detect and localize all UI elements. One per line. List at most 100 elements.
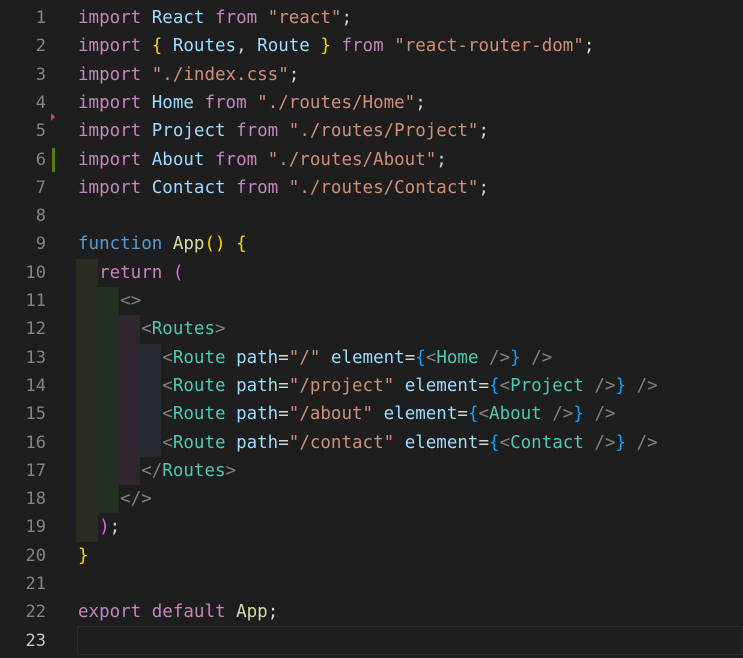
gutter-deleted-marker[interactable] (51, 113, 55, 122)
code-line[interactable]: 10 return ( (0, 259, 743, 287)
code-token: /> (489, 347, 511, 368)
code-token: Contact (510, 432, 584, 453)
code-token: /> (531, 347, 553, 368)
line-number: 12 (25, 319, 46, 340)
code-token: default (151, 602, 226, 623)
code-token: element (330, 347, 405, 368)
code-token: { (489, 375, 500, 396)
code-token: Home (151, 92, 194, 113)
gutter-modified-marker[interactable] (52, 147, 55, 172)
code-token: ; (288, 64, 300, 85)
code-line[interactable]: 20} (0, 542, 743, 570)
code-token: element (383, 404, 458, 425)
code-line[interactable]: 3 import "./index.css"; (0, 61, 743, 89)
code-token: Routes (172, 36, 237, 57)
code-line[interactable]: 5 import Project from "./routes/Project"; (0, 117, 743, 145)
code-token: < (162, 404, 173, 425)
code-line[interactable]: 14 <Route path="/project" element={<Proj… (0, 372, 743, 400)
code-token: ; (436, 149, 447, 170)
line-number: 22 (25, 602, 46, 623)
code-token: Route (172, 347, 226, 368)
line-code: import "./index.css"; (78, 61, 299, 89)
code-line[interactable]: 23 (0, 627, 743, 655)
code-line[interactable]: 16 <Route path="/contact" element={<Cont… (0, 429, 743, 457)
code-token: = (278, 347, 289, 368)
code-line[interactable]: 17 </Routes> (0, 457, 743, 485)
code-token: "/contact" (288, 432, 395, 453)
code-token: import (78, 177, 142, 198)
code-token: Route (257, 36, 310, 57)
code-token: } (615, 432, 627, 453)
line-code: <Route path="/about" element={<About />}… (78, 400, 615, 428)
code-token: < (141, 319, 152, 340)
code-token: { (415, 347, 426, 368)
code-line[interactable]: 9 function App() { (0, 230, 743, 258)
code-line[interactable]: 2 import { Routes, Route } from "react-ro… (0, 32, 743, 60)
code-token: import (78, 121, 142, 142)
code-editor[interactable]: 1 import React from "react"; 2 import { Rou… (0, 0, 743, 658)
line-number: 3 (35, 64, 46, 85)
code-token: </> (120, 489, 152, 510)
line-code: ); (78, 513, 120, 541)
line-number: 9 (35, 234, 46, 255)
code-token: <> (120, 291, 142, 311)
code-token: import (78, 8, 142, 28)
line-number: 11 (25, 291, 46, 311)
code-line[interactable]: 22 export default App; (0, 598, 743, 626)
code-line[interactable]: 13 <Route path="/" element={<Home />} /> (0, 344, 743, 372)
line-code: <> (78, 287, 141, 315)
line-code: import { Routes, Route } from "react-rou… (78, 32, 594, 60)
code-token: element (404, 375, 479, 396)
line-code: <Route path="/project" element={<Project… (78, 372, 657, 400)
code-token: ) (99, 517, 110, 538)
code-token: React (151, 8, 205, 28)
line-code: <Routes> (78, 315, 225, 343)
code-line[interactable]: 8 (0, 202, 743, 230)
code-line[interactable]: 21 (0, 570, 743, 598)
code-token: import (78, 36, 142, 57)
code-line[interactable]: 6 import About from "./routes/About"; (0, 146, 743, 174)
code-token: Routes (162, 460, 226, 481)
code-line[interactable]: 19 ); (0, 513, 743, 541)
line-number: 23 (25, 630, 46, 651)
line-code: <Route path="/contact" element={<Contact… (78, 429, 658, 457)
code-token: </ (141, 460, 163, 481)
code-token: /> (636, 432, 658, 453)
code-token: = (278, 432, 289, 453)
line-number: 17 (25, 460, 46, 481)
code-line[interactable]: 11 <> (0, 287, 743, 315)
code-token: = (478, 375, 489, 396)
code-line[interactable]: 7 import Contact from "./routes/Contact"; (0, 174, 743, 202)
line-code: function App() { (78, 230, 247, 258)
code-token: } (78, 545, 89, 566)
code-line[interactable]: 4 import Home from "./routes/Home"; (0, 89, 743, 117)
code-token: , (236, 36, 258, 57)
code-token: = (278, 375, 289, 396)
code-token: Route (172, 432, 226, 453)
code-token: import (78, 149, 142, 170)
code-line[interactable]: 1 import React from "react"; (0, 4, 743, 32)
code-line[interactable]: 15 <Route path="/about" element={<About … (0, 400, 743, 428)
code-line[interactable]: 18 </> (0, 485, 743, 513)
code-line[interactable]: 12 <Routes> (0, 315, 743, 343)
